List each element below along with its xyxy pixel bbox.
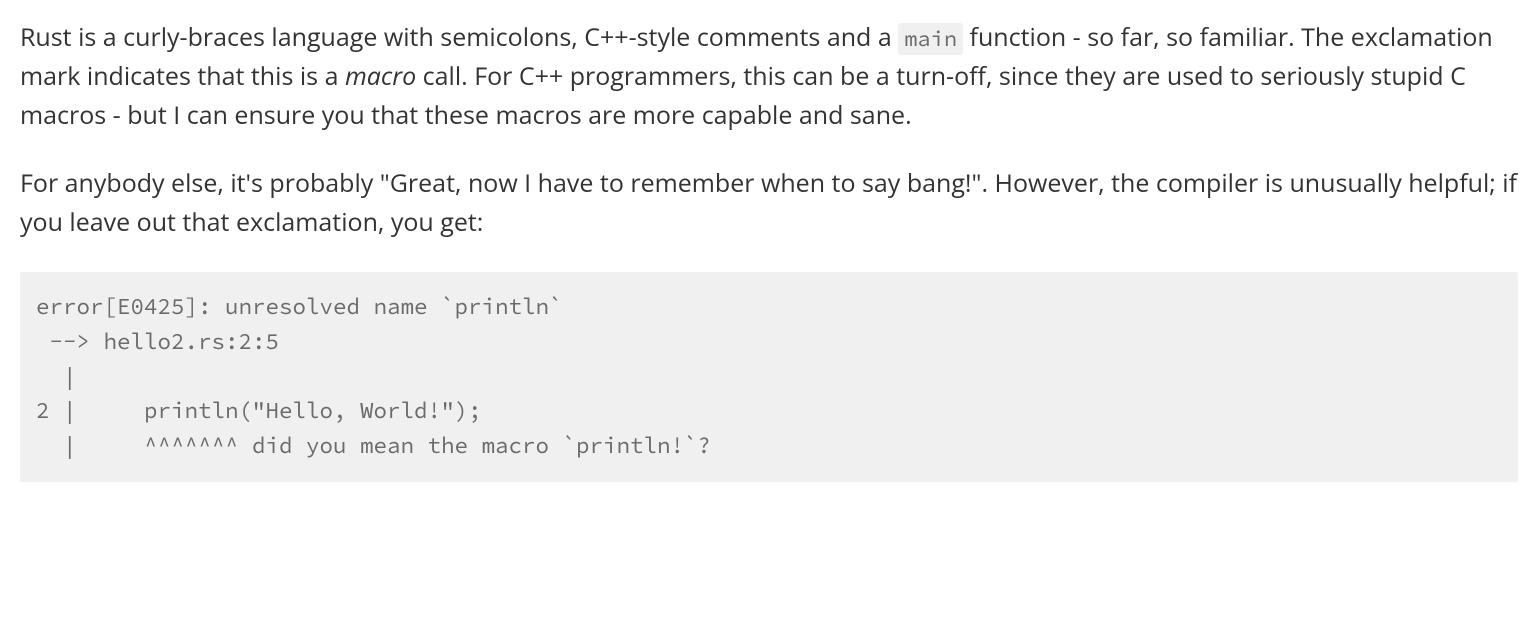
paragraph-compiler: For anybody else, it's probably "Great, … (20, 164, 1518, 242)
text-segment: Rust is a curly-braces language with sem… (20, 20, 898, 54)
inline-code-main: main (898, 23, 963, 55)
paragraph-intro: Rust is a curly-braces language with sem… (20, 18, 1518, 134)
code-block-error: error[E0425]: unresolved name `println` … (20, 272, 1518, 482)
emphasis-macro: macro (345, 59, 416, 93)
